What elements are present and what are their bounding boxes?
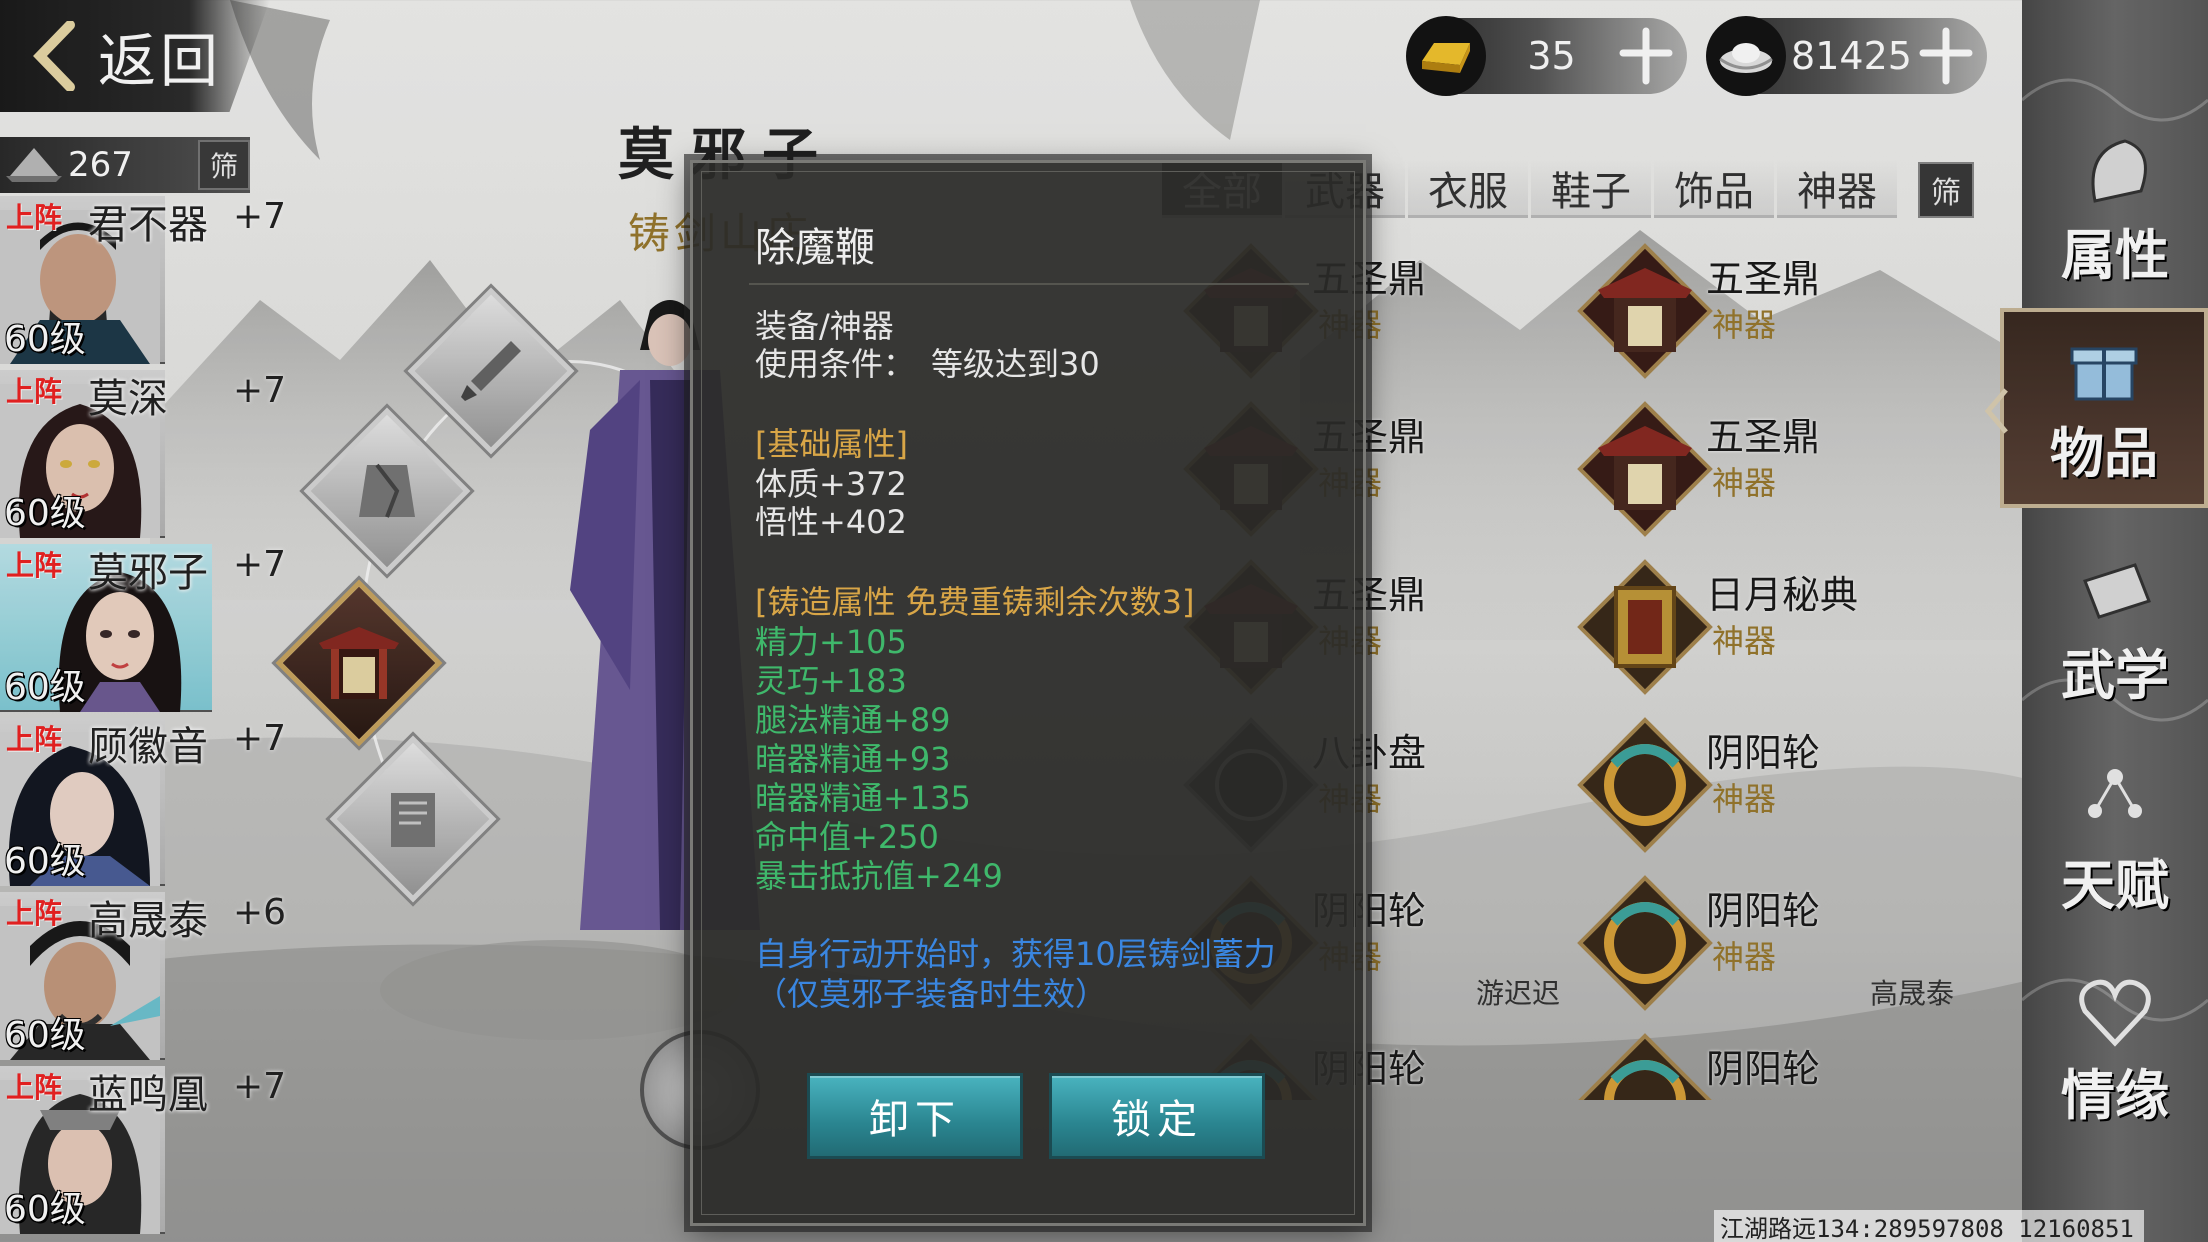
base-attribute: 悟性+402: [755, 503, 907, 541]
panel-divider: [749, 283, 1309, 285]
item-detail-title: 除魔鞭: [755, 225, 875, 271]
forge-attribute: 暴击抵抗值+249: [755, 857, 1003, 895]
item-requirement: 使用条件： 等级达到30: [755, 345, 1100, 383]
item-detail-panel: 除魔鞭 装备/神器 使用条件： 等级达到30 [基础属性] 体质+372 悟性+…: [690, 160, 1366, 1226]
unequip-button[interactable]: 卸下: [807, 1073, 1023, 1159]
server-info: 江湖路远134:289597808 12160851: [1714, 1210, 2144, 1242]
special-effect-note: （仅莫邪子装备时生效）: [755, 975, 1108, 1013]
lock-button[interactable]: 锁定: [1049, 1073, 1265, 1159]
